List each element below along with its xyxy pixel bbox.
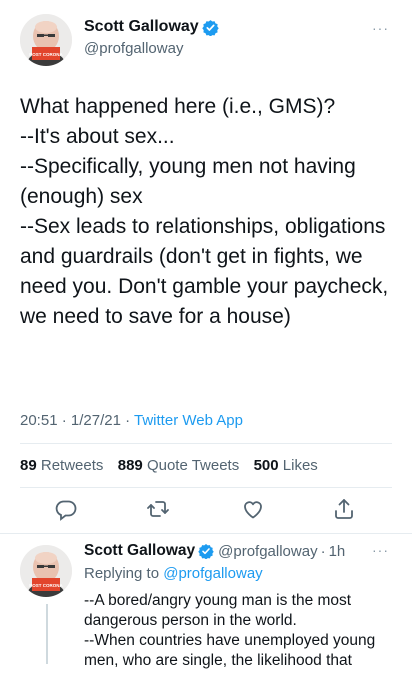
reply-author-name[interactable]: Scott Galloway — [84, 542, 195, 560]
tweet-time: 20:51 — [20, 412, 58, 429]
tweet-date: 1/27/21 — [70, 412, 121, 429]
replying-to: Replying to @profgalloway — [84, 565, 263, 582]
reply-author-row: Scott Galloway @profgalloway · 1h — [84, 542, 345, 560]
reply-icon[interactable] — [53, 496, 79, 522]
author-avatar[interactable]: POST CORONA — [20, 14, 72, 66]
replying-prefix: Replying to — [84, 565, 160, 582]
reply-text: --A bored/angry young man is the most da… — [84, 592, 376, 669]
svg-text:POST CORONA: POST CORONA — [29, 52, 63, 57]
verified-badge-icon — [201, 19, 219, 36]
thread-line — [46, 604, 48, 664]
tweet-meta: 20:51 · 1/27/21 · Twitter Web App — [20, 412, 243, 429]
reply-author-avatar[interactable]: POST CORONA — [20, 545, 72, 597]
likes-stat[interactable]: 500 Likes — [254, 457, 318, 474]
like-icon[interactable] — [240, 496, 266, 522]
tweet-stats: 89 Retweets 889 Quote Tweets 500 Likes — [20, 457, 318, 474]
quote-tweets-stat[interactable]: 889 Quote Tweets — [118, 457, 239, 474]
share-icon[interactable] — [331, 496, 357, 522]
reply-more-options-icon[interactable]: ··· — [372, 542, 389, 558]
reply-author-handle[interactable]: @profgalloway — [218, 543, 317, 560]
divider — [20, 443, 392, 444]
reply-age: 1h — [328, 542, 346, 560]
tweet-source-link[interactable]: Twitter Web App — [134, 412, 243, 429]
svg-text:POST CORONA: POST CORONA — [29, 583, 63, 588]
divider — [0, 533, 412, 534]
author-name-row: Scott Galloway — [84, 18, 219, 36]
tweet-actions — [0, 496, 412, 526]
reply-separator: · — [320, 542, 326, 560]
tweet-text: What happened here (i.e., GMS)? --It's a… — [20, 95, 389, 328]
author-handle[interactable]: @profgalloway — [84, 40, 183, 57]
replying-to-link[interactable]: @profgalloway — [163, 565, 262, 582]
more-options-icon[interactable]: ··· — [372, 20, 389, 36]
author-name[interactable]: Scott Galloway — [84, 18, 199, 36]
retweets-stat[interactable]: 89 Retweets — [20, 457, 103, 474]
meta-separator: · — [125, 412, 131, 429]
retweet-icon[interactable] — [145, 496, 171, 522]
meta-separator: · — [61, 412, 67, 429]
verified-badge-icon — [198, 543, 214, 559]
divider — [20, 487, 392, 488]
